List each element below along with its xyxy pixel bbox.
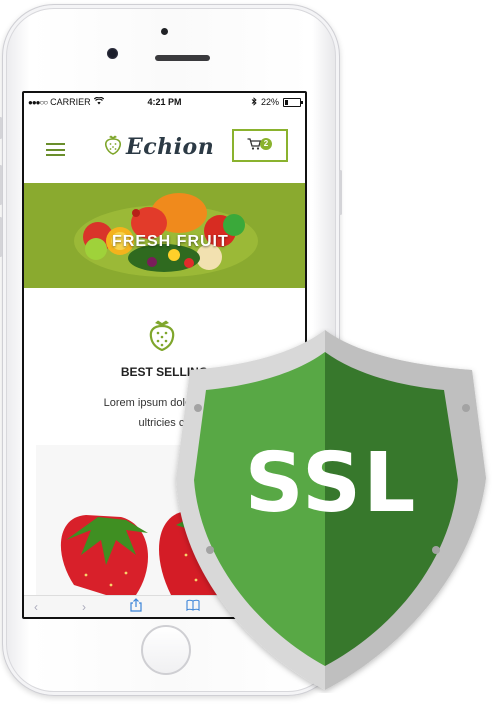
volume-down-button xyxy=(0,217,2,257)
logo-text: Echion xyxy=(126,133,215,160)
cart-button[interactable]: 2 xyxy=(232,129,288,162)
ssl-shield-badge: SSL xyxy=(170,328,492,693)
share-icon[interactable] xyxy=(130,598,142,615)
battery-icon xyxy=(283,97,303,107)
volume-up-button xyxy=(0,165,2,205)
cart-icon xyxy=(247,137,262,155)
status-bar: ●●●○○ CARRIER 4:21 PM 22% xyxy=(24,93,305,111)
hamburger-menu-icon[interactable] xyxy=(46,143,65,156)
hero-banner[interactable]: FRESH FRUIT xyxy=(24,183,305,288)
site-logo[interactable]: Echion xyxy=(104,133,214,160)
back-icon[interactable]: ‹ xyxy=(34,600,38,614)
front-camera xyxy=(107,48,118,59)
site-header: Echion 2 xyxy=(24,111,305,183)
banner-title: FRESH FRUIT xyxy=(112,233,229,250)
forward-icon[interactable]: › xyxy=(82,600,86,614)
clock-time: 4:21 PM xyxy=(147,97,182,107)
silent-switch xyxy=(0,117,2,139)
proximity-sensor xyxy=(161,28,168,35)
power-button xyxy=(339,170,342,215)
strawberry-logo-icon xyxy=(104,133,122,160)
earpiece-speaker xyxy=(155,55,210,61)
ssl-label: SSL xyxy=(244,436,418,531)
cart-count-badge: 2 xyxy=(260,138,272,150)
